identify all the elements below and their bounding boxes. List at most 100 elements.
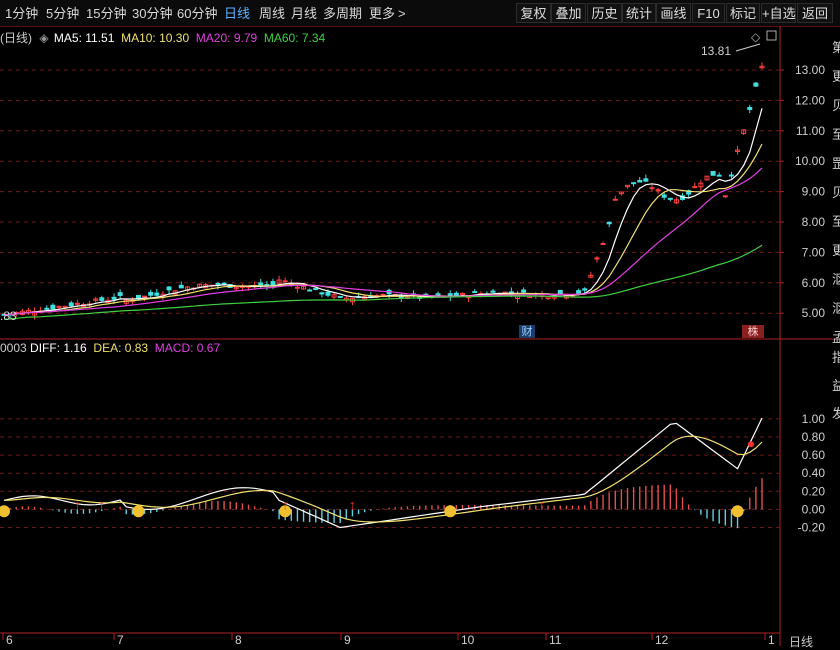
candle-body xyxy=(307,289,313,292)
candle-body xyxy=(453,292,459,297)
time-axis-label: 9 xyxy=(344,633,351,646)
right-edge-char: 更 xyxy=(832,69,840,84)
right-edge-char: 至 xyxy=(832,214,840,229)
candle-body xyxy=(661,194,667,198)
time-axis-label: 7 xyxy=(117,633,124,646)
candle-body xyxy=(655,189,661,192)
time-axis-label: 10 xyxy=(461,633,475,646)
candles-group xyxy=(1,62,765,320)
candle-body xyxy=(612,198,618,201)
buy-arrow-icon: ↑ xyxy=(538,497,545,513)
finance-badge: 财 xyxy=(522,324,533,338)
candle-body xyxy=(178,284,184,289)
candle-body xyxy=(319,292,325,295)
candle-body xyxy=(313,287,319,290)
smile-signal-icon xyxy=(444,505,457,518)
candle-body xyxy=(710,170,716,176)
macd-edge-char: 指 xyxy=(832,350,840,365)
right-edge-char: 罡 xyxy=(832,156,840,171)
stock-badge: 株 xyxy=(748,324,759,338)
candle-body xyxy=(68,302,74,307)
candle-body xyxy=(716,174,722,177)
candle-body xyxy=(637,180,643,183)
candle-body xyxy=(472,291,478,294)
smile-signal-icon xyxy=(731,505,744,518)
candle-body xyxy=(166,286,172,291)
candle-body xyxy=(148,291,154,296)
chart-canvas[interactable]: 13.0012.0011.0010.009.008.007.006.005.00… xyxy=(0,0,840,646)
candle-body xyxy=(594,257,600,260)
macd-edge-char: 益 xyxy=(832,378,840,393)
price-tick-label: 11.00 xyxy=(796,124,825,138)
candle-body xyxy=(154,292,160,296)
right-edge-char: 沤 xyxy=(832,272,840,287)
smile-signal-icon xyxy=(132,505,145,518)
price-tick-label: 7.00 xyxy=(802,245,826,259)
candle-body xyxy=(521,289,527,293)
candle-body xyxy=(747,107,753,110)
candle-body xyxy=(753,82,759,87)
candle-body xyxy=(606,221,612,225)
diamond-icon: ◇ xyxy=(751,30,761,44)
candle-body xyxy=(576,290,582,294)
candle-body xyxy=(722,195,728,198)
price-tick-label: 5.00 xyxy=(802,306,826,320)
right-edge-char: 至 xyxy=(832,127,840,142)
candle-body xyxy=(600,243,606,246)
ma10-line xyxy=(3,143,763,316)
high-price-label: 13.81 xyxy=(701,44,731,58)
candle-body xyxy=(631,182,637,185)
price-tick-label: 10.00 xyxy=(795,154,825,168)
right-edge-char: 沤 xyxy=(832,301,840,316)
signal-dot xyxy=(748,441,754,448)
high-price-arrow xyxy=(735,43,761,52)
buy-arrow-icon: ↑ xyxy=(349,497,356,513)
macd-tick-label: 1.00 xyxy=(802,412,826,426)
right-edge-char: 第 xyxy=(832,40,840,55)
buy-arrow-icon: ↑ xyxy=(98,497,105,513)
ma60-line xyxy=(3,244,763,320)
macd-edge-char: 发 xyxy=(832,406,840,421)
right-edge-char: 贝 xyxy=(832,98,840,113)
candle-body xyxy=(380,293,386,296)
candle-body xyxy=(111,296,117,300)
macd-tick-label: -0.20 xyxy=(798,521,826,535)
candle-body xyxy=(490,290,496,293)
buy-arrow-icon: ↑ xyxy=(282,497,289,513)
right-edge-char: 更 xyxy=(832,243,840,258)
macd-tick-label: 0.60 xyxy=(802,448,826,462)
candle-body xyxy=(325,291,331,296)
price-tick-label: 6.00 xyxy=(802,276,826,290)
macd-tick-label: 0.80 xyxy=(802,430,826,444)
candle-body xyxy=(282,280,288,283)
candle-body xyxy=(667,197,673,200)
smile-signal-icon xyxy=(0,505,10,518)
candle-body xyxy=(99,297,105,301)
right-edge-char: 孟 xyxy=(832,330,840,345)
candle-body xyxy=(270,281,276,286)
time-axis-label: 8 xyxy=(235,633,242,646)
candle-body xyxy=(142,295,148,298)
candle-body xyxy=(74,302,80,305)
time-axis-label: 11 xyxy=(549,633,562,646)
time-axis-label: 1 xyxy=(768,633,775,646)
right-edge-char: 贝 xyxy=(832,185,840,200)
low-price-label: .83 xyxy=(0,309,17,323)
macd-tick-label: 0.20 xyxy=(802,484,826,498)
price-tick-label: 12.00 xyxy=(795,93,825,107)
window-toggle-icon xyxy=(766,30,777,41)
candle-body xyxy=(649,187,655,190)
candle-body xyxy=(557,289,563,295)
price-tick-label: 9.00 xyxy=(802,185,826,199)
macd-tick-label: 0.00 xyxy=(802,502,826,516)
candle-body xyxy=(117,292,123,296)
candle-body xyxy=(337,295,343,298)
candle-body xyxy=(582,288,588,291)
time-axis-label: 6 xyxy=(6,633,13,646)
candle-body xyxy=(692,186,698,189)
macd-tick-label: 0.40 xyxy=(802,466,826,480)
price-tick-label: 13.00 xyxy=(795,63,825,77)
candle-body xyxy=(44,307,50,310)
price-tick-label: 8.00 xyxy=(802,215,826,229)
candle-body xyxy=(50,304,56,310)
